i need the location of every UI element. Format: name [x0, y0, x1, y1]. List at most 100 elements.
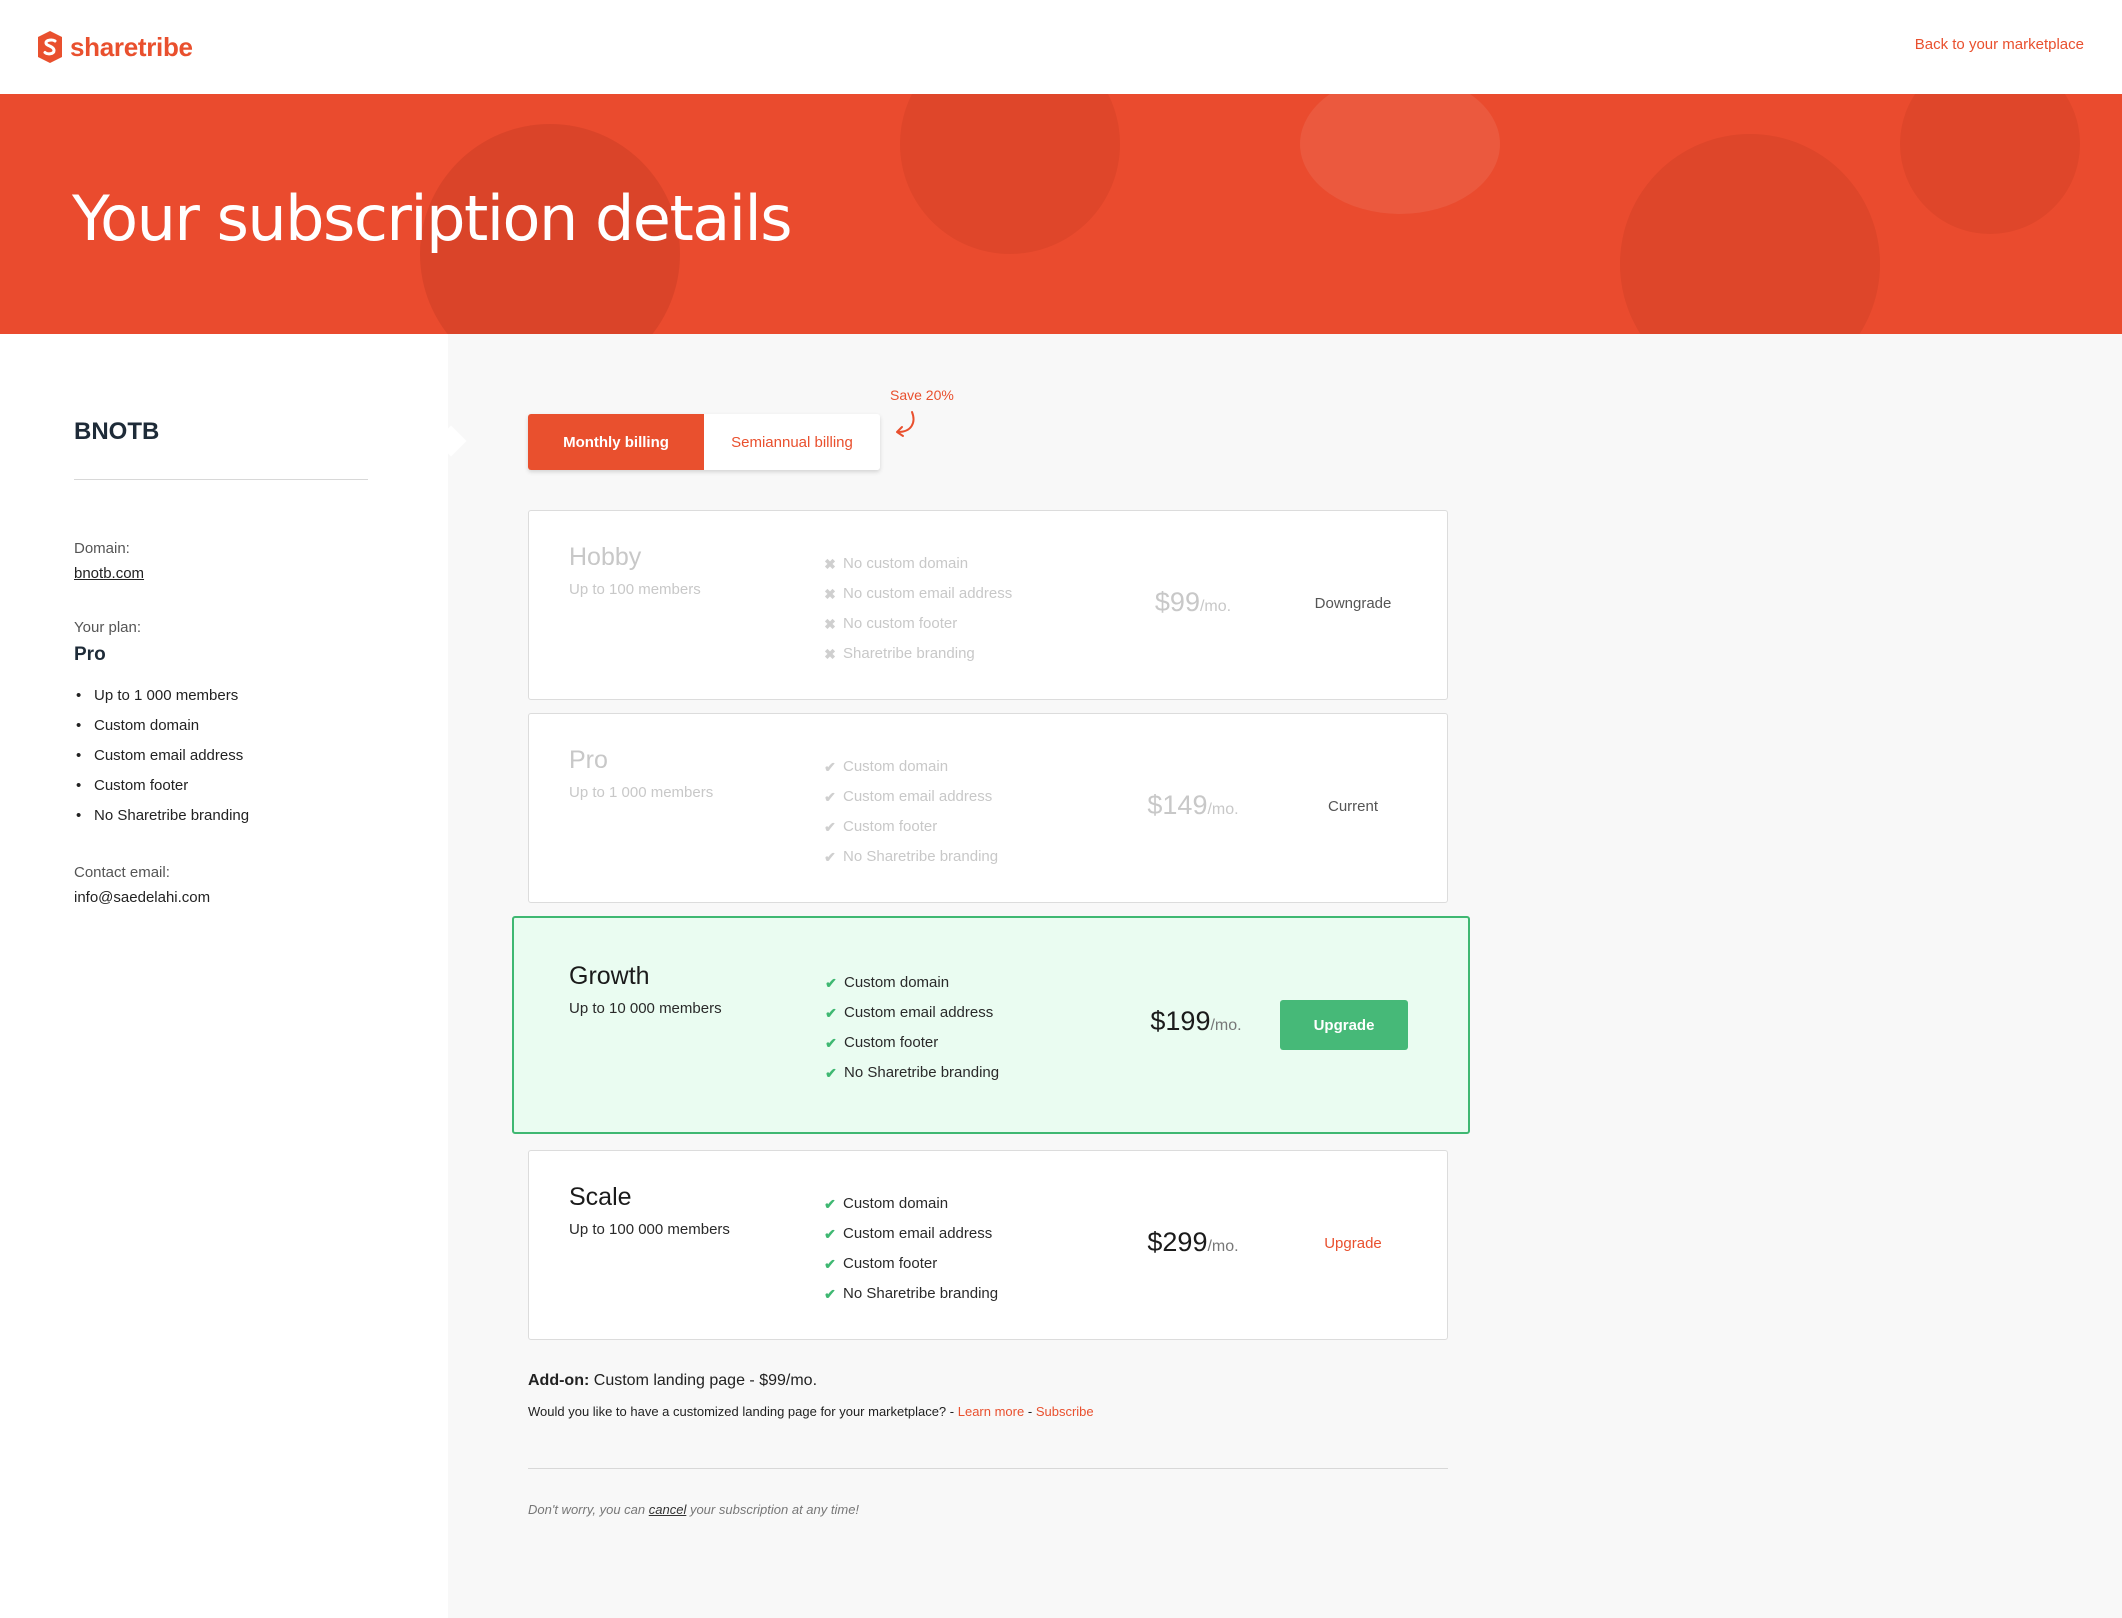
- feature-label: Custom email address: [844, 1004, 994, 1021]
- domain-link[interactable]: bnotb.com: [74, 565, 144, 582]
- list-item: ✔ Custom email address: [824, 998, 999, 1028]
- list-item: ✔ Custom footer: [824, 1028, 999, 1058]
- addon-question-text: Would you like to have a customized land…: [528, 1404, 955, 1419]
- list-item: No Sharetribe branding: [74, 806, 249, 836]
- price-period: /mo.: [1207, 801, 1239, 818]
- list-item: Up to 1 000 members: [74, 686, 249, 716]
- plan-name: Pro: [569, 746, 608, 774]
- plan-price: $99/mo.: [1133, 587, 1253, 618]
- upgrade-scale-button[interactable]: Upgrade: [1289, 1235, 1417, 1252]
- hero-background-image: [900, 94, 1120, 254]
- domain-label: Domain:: [74, 540, 130, 557]
- list-item: ✖ Sharetribe branding: [823, 639, 1012, 669]
- semiannual-billing-button[interactable]: Semiannual billing: [704, 414, 880, 470]
- upgrade-growth-button[interactable]: Upgrade: [1280, 1000, 1408, 1050]
- list-item: ✔ Custom domain: [823, 752, 998, 782]
- back-to-marketplace-link[interactable]: Back to your marketplace: [1915, 36, 2084, 53]
- cancel-note-before: Don't worry, you can: [528, 1502, 646, 1517]
- addon-line: Add-on: Custom landing page - $99/mo.: [528, 1372, 817, 1390]
- feature-label: Sharetribe branding: [843, 645, 975, 662]
- curved-arrow-icon: [896, 411, 915, 437]
- addon-text: Custom landing page - $99/mo.: [593, 1372, 818, 1389]
- plan-card-growth: Growth Up to 10 000 members ✔ Custom doma…: [512, 916, 1470, 1134]
- page-title: Your subscription details: [72, 182, 793, 255]
- list-item: ✔ Custom domain: [823, 1189, 998, 1219]
- cross-icon: ✖: [824, 556, 836, 572]
- list-item: ✔ Custom email address: [823, 1219, 998, 1249]
- monthly-billing-button[interactable]: Monthly billing: [528, 414, 704, 470]
- check-icon: ✔: [825, 1035, 837, 1051]
- check-icon: ✔: [824, 819, 836, 835]
- sharetribe-logo-icon: [38, 31, 62, 63]
- list-item: Custom domain: [74, 716, 249, 746]
- current-plan-status: Current: [1327, 798, 1379, 815]
- list-item: ✖ No custom footer: [823, 609, 1012, 639]
- plan-price: $199/mo.: [1136, 1006, 1256, 1037]
- cross-icon: ✖: [824, 586, 836, 602]
- addon-separator: -: [1027, 1404, 1033, 1419]
- feature-label: No Sharetribe branding: [843, 848, 999, 865]
- cross-icon: ✖: [824, 616, 836, 632]
- sidebar: BNOTB Domain: bnotb.com Your plan: Pro U…: [0, 334, 448, 1618]
- plan-label: Your plan:: [74, 619, 142, 636]
- contact-value: info@saedelahi.com: [74, 889, 211, 906]
- list-item: Custom email address: [74, 746, 249, 776]
- save-note: Save 20%: [890, 387, 954, 403]
- list-item: ✖ No custom email address: [823, 579, 1012, 609]
- plan-features: ✔ Custom domain ✔ Custom email address ✔ Cu…: [823, 752, 998, 872]
- list-item: ✔ No Sharetribe branding: [823, 1279, 998, 1309]
- feature-label: No custom domain: [843, 555, 969, 572]
- current-plan-name: Pro: [74, 644, 106, 665]
- price-period: /mo.: [1207, 1238, 1239, 1255]
- domain-value[interactable]: bnotb.com: [74, 565, 144, 582]
- list-item: ✔ Custom footer: [823, 1249, 998, 1279]
- check-icon: ✔: [824, 1196, 836, 1212]
- plan-name: Scale: [569, 1183, 632, 1211]
- feature-label: Custom domain: [843, 1195, 949, 1212]
- price-amount: $199: [1150, 1006, 1211, 1036]
- list-item: ✔ Custom domain: [824, 968, 999, 998]
- list-item: ✔ Custom footer: [823, 812, 998, 842]
- sidebar-divider: [74, 479, 368, 480]
- cross-icon: ✖: [824, 646, 836, 662]
- feature-label: Custom footer: [844, 1034, 939, 1051]
- feature-label: Custom domain: [843, 758, 949, 775]
- plan-members: Up to 1 000 members: [569, 784, 714, 801]
- hero-banner: Your subscription details: [0, 94, 2122, 334]
- logo-text: sharetribe: [70, 31, 193, 62]
- current-plan-features: Up to 1 000 members Custom domain Custom…: [74, 686, 249, 836]
- plan-card-scale: Scale Up to 100 000 members ✔ Custom doma…: [528, 1150, 1448, 1340]
- addon-label: Add-on:: [528, 1372, 590, 1389]
- learn-more-link[interactable]: Learn more: [958, 1404, 1024, 1419]
- plan-card-hobby: Hobby Up to 100 members ✖ No custom domai…: [528, 510, 1448, 700]
- cancel-link[interactable]: cancel: [649, 1502, 687, 1517]
- plan-name: Hobby: [569, 543, 642, 571]
- main-content: Monthly billing Semiannual billing Save …: [448, 334, 2122, 1618]
- cancel-note: Don't worry, you can cancel your subscri…: [528, 1502, 859, 1517]
- list-item: ✔ Custom email address: [823, 782, 998, 812]
- list-item: ✔ No Sharetribe branding: [823, 842, 998, 872]
- downgrade-button[interactable]: Downgrade: [1289, 595, 1417, 612]
- feature-label: No Sharetribe branding: [844, 1064, 1000, 1081]
- contact-label: Contact email:: [74, 864, 170, 881]
- addon-question: Would you like to have a customized land…: [528, 1404, 1094, 1419]
- check-icon: ✔: [824, 1256, 836, 1272]
- cancel-note-after: your subscription at any time!: [689, 1502, 860, 1517]
- feature-label: Custom footer: [843, 1255, 938, 1272]
- plan-members: Up to 10 000 members: [569, 1000, 722, 1017]
- plan-price: $299/mo.: [1133, 1227, 1253, 1258]
- feature-label: No custom email address: [843, 585, 1013, 602]
- feature-label: No Sharetribe branding: [843, 1285, 999, 1302]
- check-icon: ✔: [824, 1286, 836, 1302]
- check-icon: ✔: [824, 1226, 836, 1242]
- subscribe-link[interactable]: Subscribe: [1036, 1404, 1094, 1419]
- check-icon: ✔: [824, 849, 836, 865]
- plan-members: Up to 100 members: [569, 581, 701, 598]
- hero-background-image: [1620, 134, 1880, 334]
- list-item: Custom footer: [74, 776, 249, 806]
- check-icon: ✔: [825, 1065, 837, 1081]
- price-amount: $99: [1154, 587, 1200, 617]
- price-amount: $299: [1147, 1227, 1208, 1257]
- sharetribe-logo[interactable]: sharetribe: [36, 30, 193, 64]
- top-bar: sharetribe Back to your marketplace: [0, 0, 2122, 94]
